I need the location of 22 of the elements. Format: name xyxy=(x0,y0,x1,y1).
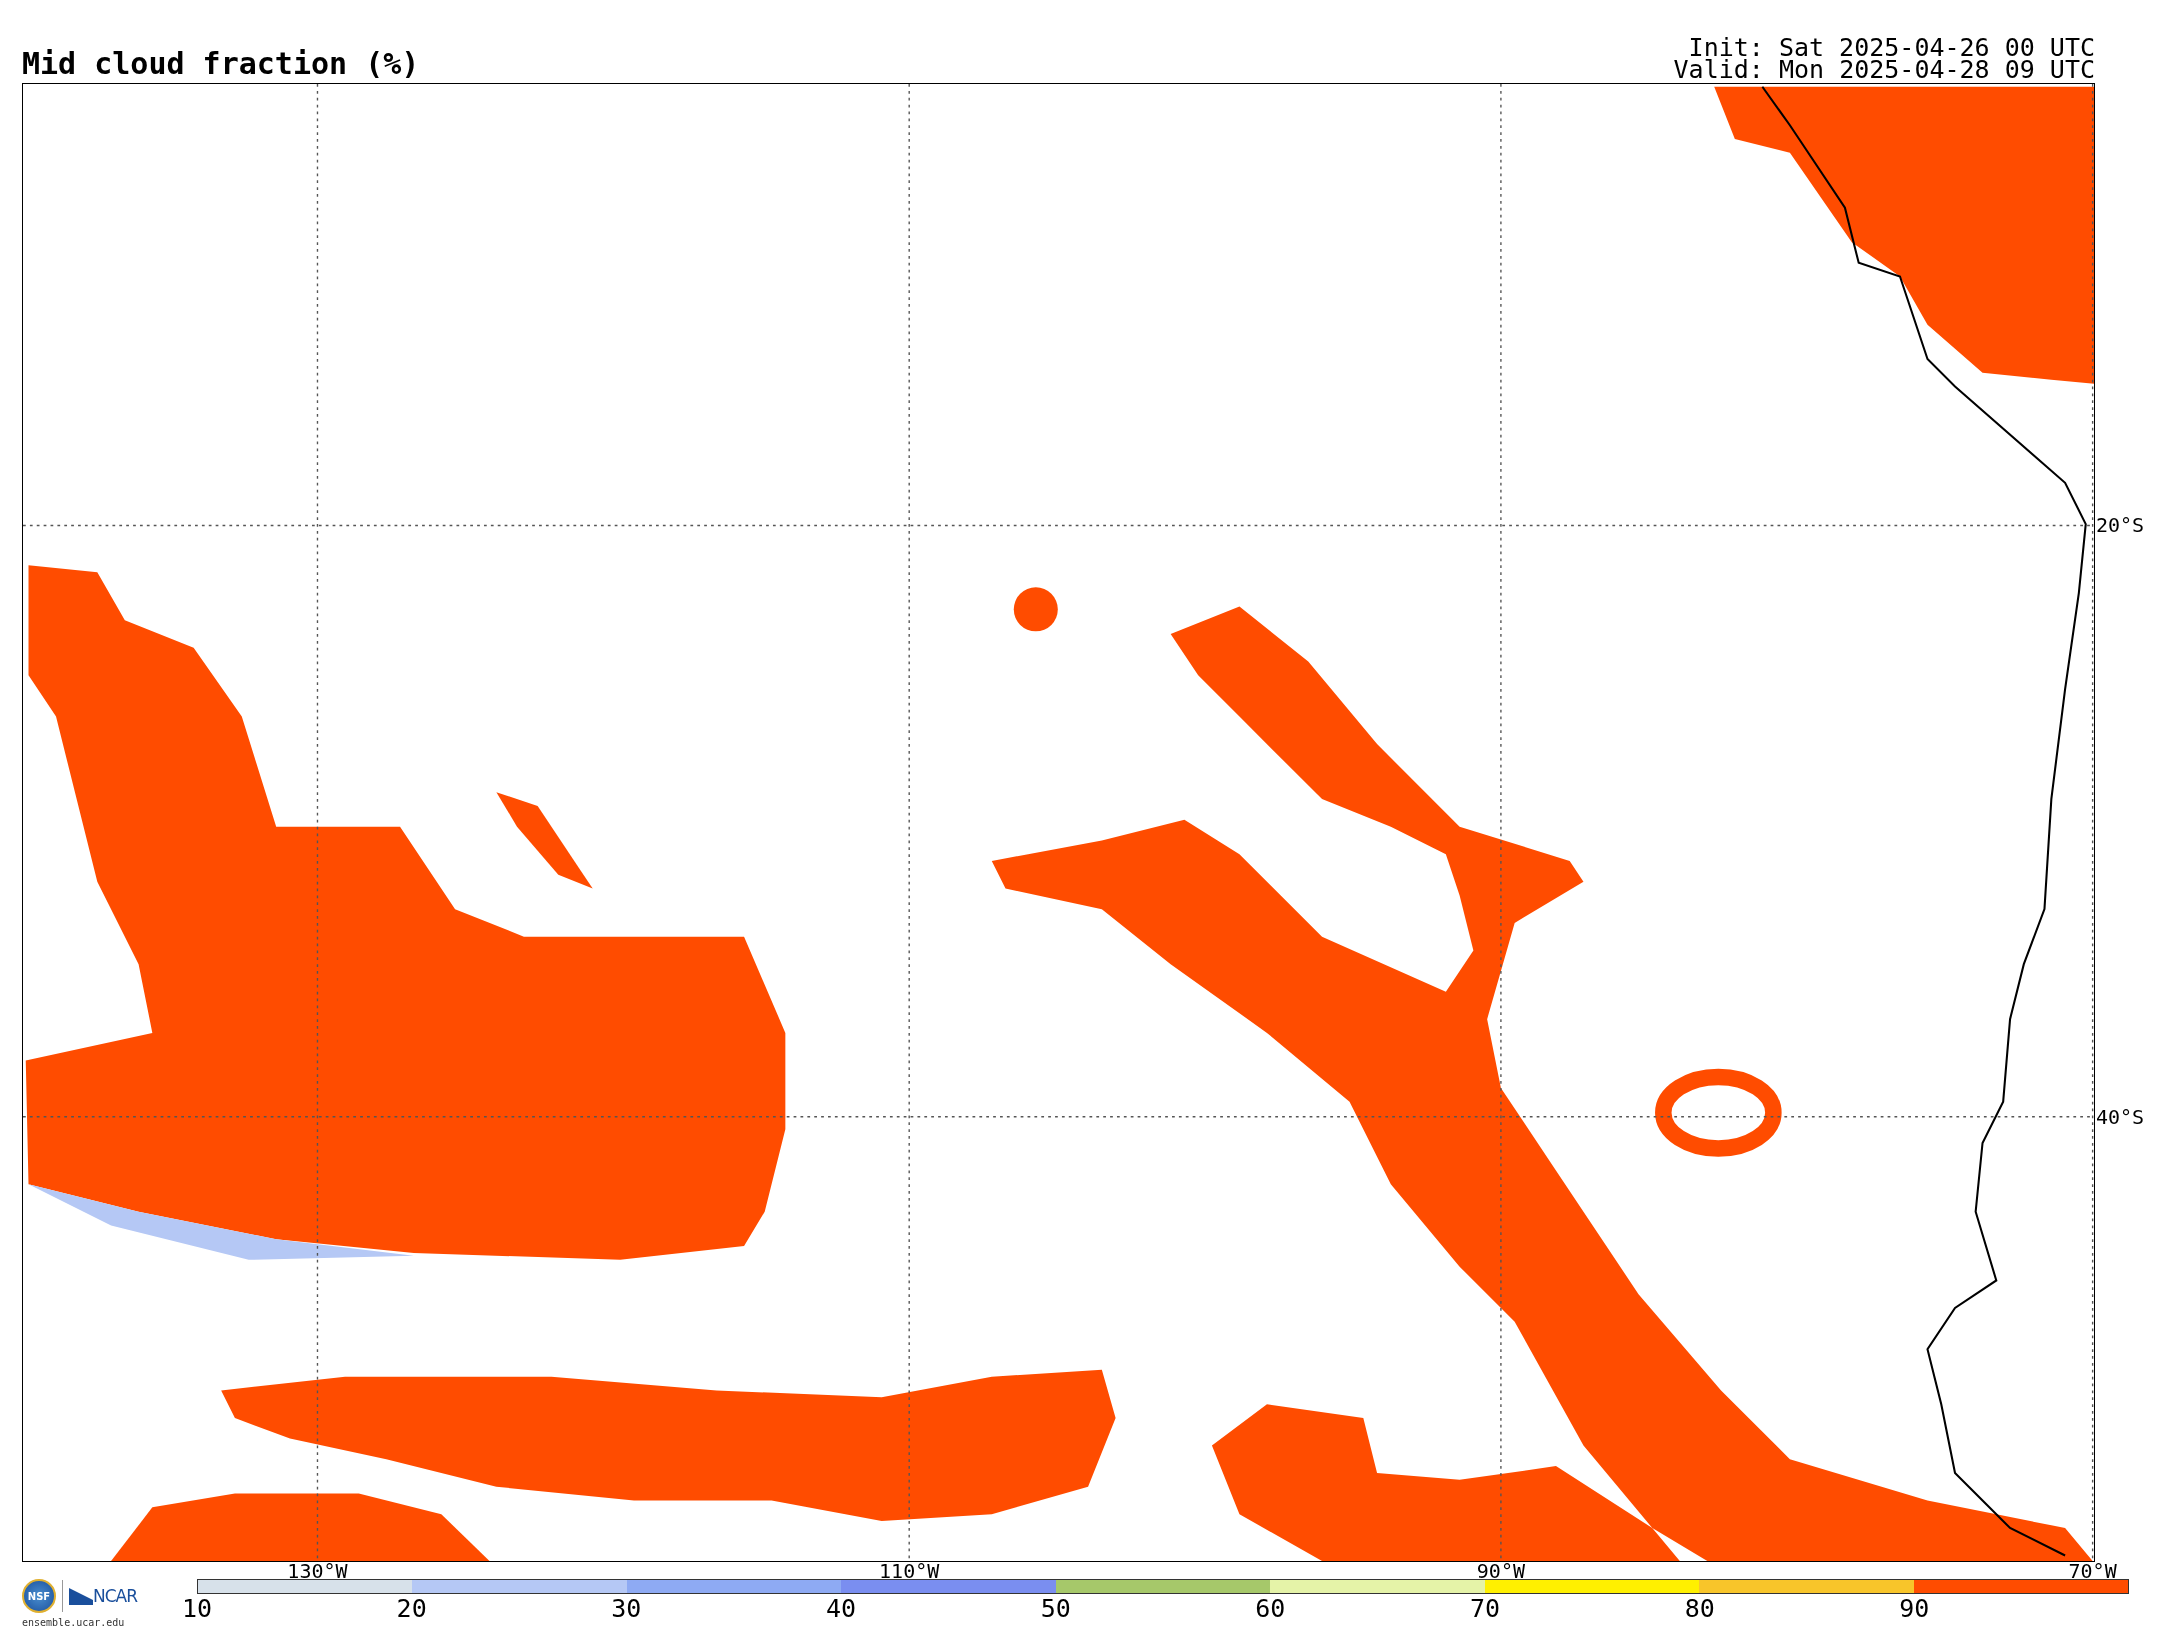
site-address: ensemble.ucar.edu xyxy=(22,1617,126,1626)
nsf-logo: NSF xyxy=(22,1579,56,1613)
ncar-logo: NCAR xyxy=(93,1586,138,1606)
colorbar-tick-label: 10 xyxy=(181,1594,213,1624)
colorbar-tick-label: 90 xyxy=(1899,1594,1930,1624)
colorbar-tick-label: 50 xyxy=(1040,1594,1071,1624)
longitude-label: 90°W xyxy=(1476,1561,1525,1581)
valid-time: Valid: Mon 2025-04-28 09 UTC xyxy=(1673,59,2095,81)
longitude-label: 110°W xyxy=(879,1561,940,1581)
colorbar-tick-label: 80 xyxy=(1684,1594,1715,1624)
longitude-label: 70°W xyxy=(2068,1561,2117,1581)
colorbar-tick-label: 60 xyxy=(1255,1594,1286,1624)
colorbar-tick-label: 70 xyxy=(1470,1594,1501,1624)
longitude-label: 130°W xyxy=(287,1561,348,1581)
latitude-label: 40°S xyxy=(2096,1104,2145,1129)
init-time: Init: Sat 2025-04-26 00 UTC xyxy=(1688,37,2095,59)
colorbar-tick-label: 40 xyxy=(825,1594,857,1624)
chart-title: Mid cloud fraction (%) xyxy=(22,49,420,79)
colorbar-tick-label: 20 xyxy=(396,1594,427,1624)
colorbar-tick-label: 30 xyxy=(611,1594,642,1624)
latitude-label: 20°S xyxy=(2096,513,2145,538)
ncar-logo-icon xyxy=(69,1587,93,1605)
